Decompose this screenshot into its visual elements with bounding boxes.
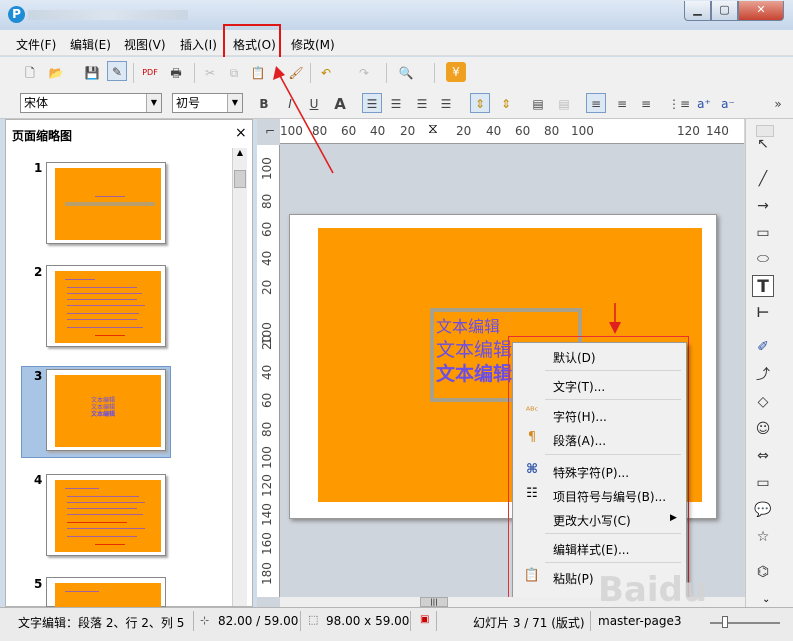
status-slide-info: 幻灯片 3 / 71 (版式): [473, 616, 585, 630]
menu-item-character[interactable]: 字符(H)...: [553, 408, 607, 425]
rectangle-tool-icon[interactable]: ▭: [752, 222, 774, 244]
block-arrows-icon[interactable]: ⇔: [752, 445, 774, 467]
line-tool-icon[interactable]: ╱: [752, 168, 774, 190]
document-modified-icon[interactable]: ▣: [420, 614, 429, 625]
arrowhead-icon: [273, 66, 285, 80]
connector-tool-icon[interactable]: ⤴: [752, 364, 774, 386]
menu-separator: [545, 454, 681, 455]
arrowhead-icon: [609, 322, 621, 334]
menu-item-bullets-numbering[interactable]: 项目符号与编号(B)...: [553, 488, 666, 505]
paste-icon: 📋: [523, 568, 541, 583]
baidu-watermark: Baidu: [598, 570, 708, 610]
status-mode: 文字编辑：段落 2、行 2、列 5: [18, 616, 185, 630]
status-separator: [193, 611, 194, 631]
status-separator: [410, 611, 411, 631]
menu-item-edit-style[interactable]: 编辑样式(E)...: [553, 541, 629, 558]
status-separator: [436, 611, 437, 631]
status-separator: [590, 611, 591, 631]
menu-item-paragraph[interactable]: 段落(A)...: [553, 432, 606, 449]
size-icon: ⬚: [308, 613, 319, 626]
menu-item-special-character[interactable]: 特殊字符(P)...: [553, 464, 629, 481]
special-char-icon: ⌘: [525, 462, 539, 477]
bullets-icon: ☷: [526, 486, 538, 501]
vertical-text-tool-icon[interactable]: ⊢: [752, 302, 774, 324]
text-tool-icon[interactable]: T: [752, 275, 774, 297]
menu-item-change-case[interactable]: 更改大小写(C): [553, 512, 631, 529]
ellipse-tool-icon[interactable]: ⬭: [752, 248, 774, 270]
zoom-slider[interactable]: [700, 613, 790, 633]
paragraph-icon: ¶: [527, 430, 537, 445]
select-arrow-icon[interactable]: ↖: [752, 133, 774, 155]
menu-item-default[interactable]: 默认(D): [553, 349, 596, 366]
status-master-page: master-page3: [598, 614, 682, 628]
menu-item-text[interactable]: 文字(T)...: [553, 378, 605, 395]
symbol-shapes-icon[interactable]: ☺: [752, 418, 774, 440]
menu-separator: [545, 399, 681, 400]
line-arrow-tool-icon[interactable]: →: [752, 195, 774, 217]
character-icon: ᴬᴮᶜ: [525, 406, 539, 417]
h-scroll-thumb[interactable]: |||: [420, 597, 448, 607]
status-separator: [300, 611, 301, 631]
chevron-down-icon[interactable]: ⌄: [762, 594, 770, 605]
submenu-arrow-icon: ▶: [670, 513, 677, 523]
flowchart-icon[interactable]: ▭: [752, 472, 774, 494]
menu-separator: [545, 562, 681, 563]
stars-icon[interactable]: ☆: [752, 526, 774, 548]
status-position: 82.00 / 59.00: [218, 614, 299, 628]
callouts-icon[interactable]: 💬: [752, 499, 774, 521]
menu-separator: [545, 533, 681, 534]
position-icon: ⊹: [200, 614, 210, 627]
menu-separator: [545, 370, 681, 371]
basic-shapes-icon[interactable]: ◇: [752, 391, 774, 413]
menu-item-paste[interactable]: 粘贴(P): [553, 570, 594, 587]
status-size: 98.00 x 59.00: [326, 614, 410, 628]
points-tool-icon[interactable]: ⌬: [752, 561, 774, 583]
curve-tool-icon[interactable]: ✐: [752, 336, 774, 358]
arrow-line-to-format-menu: [278, 73, 334, 174]
